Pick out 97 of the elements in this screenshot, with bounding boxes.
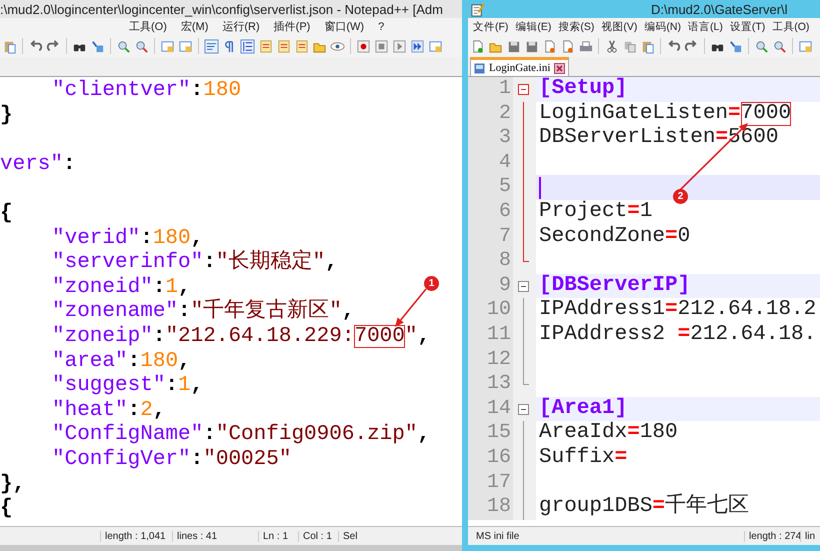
zoom-out-icon[interactable] — [772, 38, 787, 54]
document-icon — [474, 62, 485, 74]
code-line: "clientver":180 — [51, 79, 242, 104]
code-line: "serverinfo":"长期稳定", — [51, 251, 338, 276]
line-number: 8 — [468, 249, 513, 274]
code-line: LoginGateListen=7000 — [538, 102, 792, 126]
fold-toggle-icon[interactable] — [518, 280, 529, 292]
fast-forward-icon[interactable] — [410, 38, 425, 54]
menu-item[interactable]: 宏(M) — [180, 19, 210, 34]
code-line: vers": — [0, 152, 76, 178]
line-number: 18 — [468, 495, 513, 520]
code-line: "ConfigName":"Config0906.zip", — [51, 423, 430, 448]
printer-icon[interactable] — [578, 38, 593, 54]
menu-item[interactable]: 插件(P) — [272, 19, 312, 34]
file-tab[interactable]: LoginGate.ini — [470, 57, 570, 76]
window-icon[interactable] — [160, 38, 175, 54]
status-text: lin — [800, 530, 820, 542]
page-icon[interactable] — [258, 38, 273, 54]
line-number: 3 — [468, 126, 513, 151]
code-line: "area":180, — [51, 350, 191, 374]
record-icon[interactable] — [356, 38, 371, 54]
fold-toggle-icon[interactable] — [518, 404, 529, 415]
menu-item[interactable]: 编码(N) — [643, 20, 682, 34]
line-number: 13 — [468, 372, 513, 397]
line-number: 6 — [468, 200, 513, 225]
line-number: 1 — [468, 77, 513, 102]
window-title: :\mud2.0\logincenter\logincenter_win\config\serverlist.json - Notepad++ [Adm — [0, 2, 443, 16]
menu-item[interactable]: 工具(O) — [771, 20, 810, 34]
menu-item[interactable]: ? — [377, 20, 386, 32]
line-number: 7 — [468, 224, 513, 250]
code-line: "zonename":"千年复古新区", — [51, 300, 354, 325]
line-number: 12 — [468, 348, 513, 372]
code-line: SecondZone=0 — [538, 224, 692, 250]
menu-item[interactable]: 设置(T) — [728, 20, 766, 34]
close-icon[interactable] — [554, 62, 566, 74]
zoom-out-icon[interactable] — [134, 38, 149, 54]
word-wrap-icon[interactable] — [204, 38, 219, 54]
play-icon[interactable] — [392, 38, 407, 54]
window-title: D:\mud2.0\GateServer\l — [651, 2, 788, 16]
status-text: length : 1,041 — [100, 530, 172, 542]
page-icon[interactable] — [294, 38, 309, 54]
menu-item[interactable]: 视图(V) — [600, 20, 638, 34]
arrow — [395, 288, 427, 327]
line-number: 2 — [468, 102, 513, 126]
redo-icon[interactable] — [46, 38, 61, 54]
code-line: "ConfigVer":"00025" — [51, 448, 292, 472]
code-line: "verid":180, — [51, 226, 204, 252]
code-line: { — [0, 202, 13, 227]
status-text: Col : 1 — [298, 530, 338, 542]
status-text: lines : 41 — [172, 530, 258, 542]
code-line: "zoneid":1, — [51, 276, 191, 300]
menu-item[interactable]: 语言(L) — [687, 20, 724, 34]
code-line: Suffix= — [538, 446, 628, 470]
stop-icon[interactable] — [374, 38, 389, 54]
fold-toggle-icon[interactable] — [518, 84, 529, 95]
undo-icon[interactable] — [666, 38, 681, 54]
code-line: IPAddress2 =212.64.18. — [538, 322, 818, 348]
status-text: length : 274 — [744, 530, 800, 542]
callout-badge: 2 — [673, 189, 688, 204]
code-line: "heat":2, — [51, 398, 166, 424]
code-line: "zoneip":"212.64.18.229:7000", — [51, 324, 430, 350]
code-line: AreaIdx=180 — [538, 421, 679, 446]
code-line: }, — [0, 472, 26, 498]
menu-item[interactable]: 工具(O) — [128, 19, 168, 34]
line-number: 15 — [468, 421, 513, 446]
line-number: 5 — [468, 175, 513, 200]
menu-item[interactable]: 运行(R) — [221, 19, 261, 34]
menu-item[interactable]: 窗口(W) — [323, 19, 366, 34]
window-icon[interactable] — [798, 38, 813, 54]
zoom-in-icon[interactable] — [116, 38, 131, 54]
code-line: Project=1 — [538, 200, 654, 225]
callout-badge: 1 — [424, 276, 439, 291]
line-number: 9 — [468, 274, 513, 298]
indent-guide-icon[interactable] — [240, 38, 255, 54]
code-line: group1DBS=千年七区 — [538, 495, 750, 520]
menu-item[interactable]: 搜索(S) — [557, 20, 596, 34]
code-line: { — [0, 497, 13, 522]
menu-item[interactable]: 文件(F) — [472, 20, 510, 34]
line-number: 17 — [468, 470, 513, 496]
line-number: 11 — [468, 322, 513, 348]
line-number: 14 — [468, 396, 513, 422]
undo-icon[interactable] — [28, 38, 43, 54]
code-line: "suggest":1, — [51, 374, 204, 399]
status-text: MS ini file — [475, 530, 520, 542]
line-number: 10 — [468, 298, 513, 323]
window-icon[interactable] — [178, 38, 193, 54]
menu-item[interactable]: 编辑(E) — [514, 20, 552, 34]
window-icon[interactable] — [428, 38, 443, 54]
status-text: Sel — [338, 530, 462, 542]
code-line: } — [0, 104, 13, 128]
status-text: Ln : 1 — [258, 530, 298, 542]
zoom-in-icon[interactable] — [754, 38, 769, 54]
line-number: 4 — [468, 150, 513, 176]
line-number: 16 — [468, 446, 513, 470]
code-line: IPAddress1=212.64.18.2 — [538, 298, 818, 323]
page-icon[interactable] — [276, 38, 291, 54]
redo-icon[interactable] — [684, 38, 699, 54]
